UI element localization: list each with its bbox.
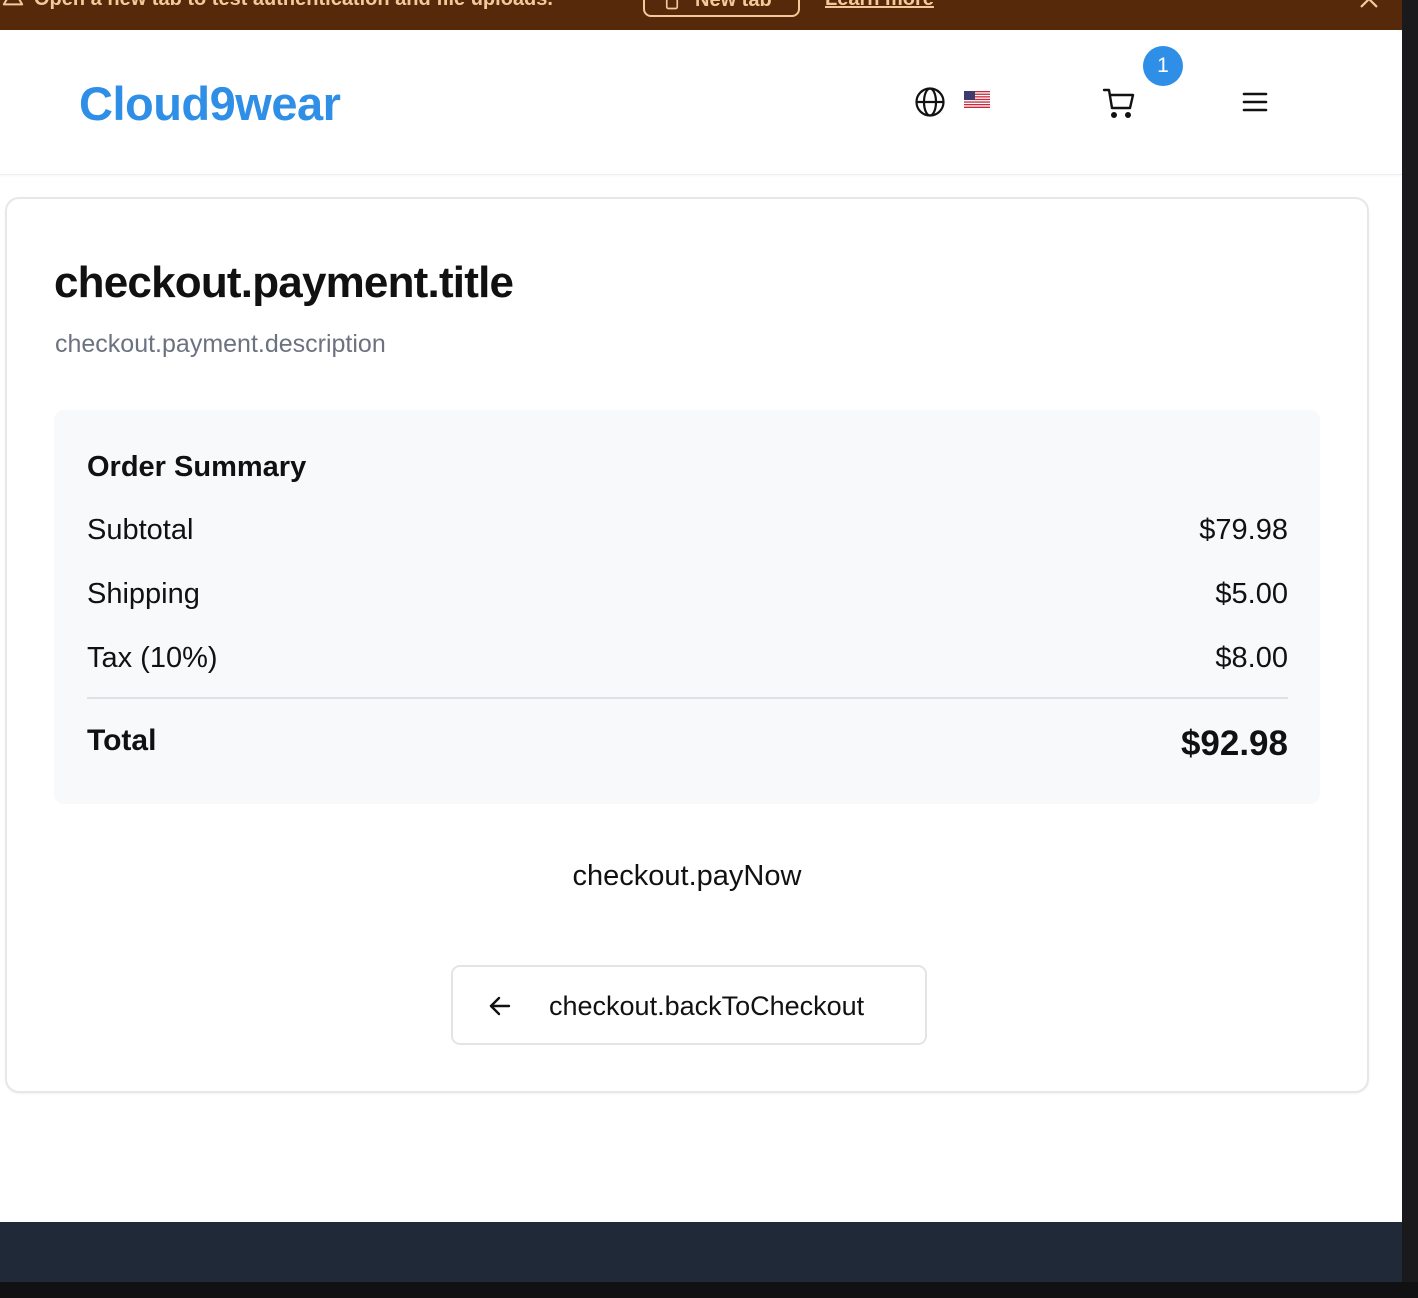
warning-icon [2, 0, 24, 6]
tax-label: Tax (10%) [87, 642, 218, 674]
back-to-checkout-button[interactable]: checkout.backToCheckout [451, 965, 927, 1045]
summary-divider [87, 697, 1288, 699]
subtotal-value: $79.98 [1199, 514, 1288, 546]
globe-icon[interactable] [914, 86, 946, 118]
pay-now-button[interactable]: checkout.payNow [7, 859, 1367, 893]
flag-icon[interactable] [964, 91, 990, 108]
us-flag-icon [964, 91, 990, 108]
back-to-checkout-label: checkout.backToCheckout [549, 991, 865, 1021]
shipping-label: Shipping [87, 578, 200, 610]
browser-viewport: Open a new tab to test authentication an… [0, 0, 1402, 1282]
new-tab-label: New tab [695, 0, 772, 11]
lock-icon [665, 0, 679, 10]
new-tab-button[interactable]: New tab [643, 0, 800, 17]
cart-icon[interactable] [1102, 86, 1136, 120]
cart-count-badge: 1 [1143, 46, 1183, 86]
menu-icon[interactable] [1240, 88, 1270, 116]
order-summary: Order Summary Subtotal $79.98 Shipping $… [54, 410, 1320, 804]
close-icon[interactable] [1358, 0, 1380, 10]
site-footer [0, 1222, 1402, 1282]
total-value: $92.98 [1180, 724, 1288, 763]
tax-value: $8.00 [1215, 642, 1288, 674]
banner-message: Open a new tab to test authentication an… [34, 0, 553, 12]
arrow-left-icon [489, 996, 511, 1016]
page-description: checkout.payment.description [55, 330, 386, 358]
test-banner: Open a new tab to test authentication an… [0, 0, 1402, 30]
order-summary-title: Order Summary [87, 451, 307, 483]
total-label: Total [87, 724, 157, 757]
subtotal-label: Subtotal [87, 514, 194, 546]
page-title: checkout.payment.title [54, 258, 514, 307]
learn-more-link[interactable]: Learn more [825, 0, 934, 12]
payment-card: checkout.payment.title checkout.payment.… [5, 197, 1369, 1093]
window-edge-right [1402, 0, 1418, 1298]
site-header: Cloud9wear 1 [0, 30, 1402, 175]
window-edge-bottom [0, 1282, 1418, 1298]
site-logo[interactable]: Cloud9wear [79, 78, 341, 130]
shipping-value: $5.00 [1215, 578, 1288, 610]
